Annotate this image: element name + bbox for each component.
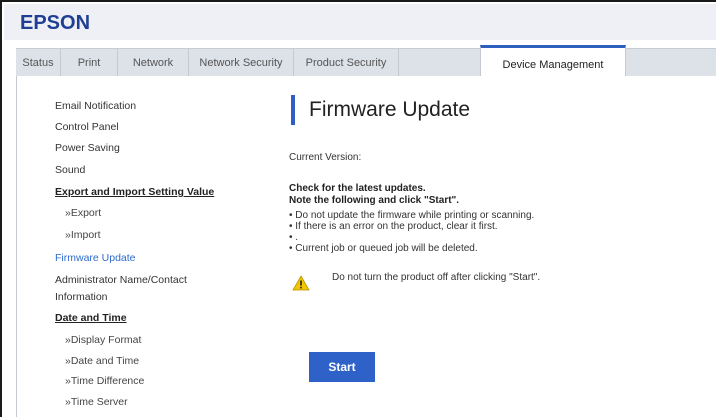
- notes-list: • Do not update the firmware while print…: [289, 210, 534, 254]
- header: EPSON: [4, 4, 716, 40]
- content-area: Email Notification Control Panel Power S…: [16, 76, 716, 417]
- page-title: Firmware Update: [309, 98, 471, 121]
- tab-network-security[interactable]: Network Security: [189, 49, 294, 77]
- check-line-2: Note the following and click "Start".: [289, 195, 460, 206]
- sidebar-item-time-difference[interactable]: »Time Difference: [65, 375, 144, 387]
- sidebar-section-date-time[interactable]: Date and Time: [55, 312, 127, 324]
- sidebar-item-time-server[interactable]: »Time Server: [65, 396, 128, 408]
- tab-device-management[interactable]: Device Management: [480, 45, 626, 77]
- note-item: • .: [289, 232, 299, 243]
- tab-bar: Status Print Network Network Security Pr…: [16, 45, 716, 77]
- start-button[interactable]: Start: [309, 352, 375, 382]
- sidebar-section-export-import[interactable]: Export and Import Setting Value: [55, 186, 214, 198]
- check-line-1: Check for the latest updates.: [289, 183, 426, 194]
- sidebar-item-display-format[interactable]: »Display Format: [65, 334, 141, 346]
- title-accent-bar: [291, 95, 295, 125]
- sidebar-item-power-saving[interactable]: Power Saving: [55, 142, 120, 154]
- sidebar-item-export[interactable]: »Export: [65, 207, 101, 219]
- tab-network[interactable]: Network: [118, 49, 189, 77]
- tab-product-security[interactable]: Product Security: [294, 49, 399, 77]
- tab-print[interactable]: Print: [61, 49, 118, 77]
- sidebar-item-administrator-name[interactable]: Administrator Name/Contact Information: [55, 272, 225, 306]
- sidebar-item-import[interactable]: »Import: [65, 229, 101, 241]
- note-item: • If there is an error on the product, c…: [289, 221, 498, 232]
- sidebar-item-date-and-time[interactable]: »Date and Time: [65, 355, 139, 367]
- warning-icon: [292, 275, 310, 291]
- browser-frame: EPSON Status Print Network Network Secur…: [0, 0, 716, 417]
- note-item: • Current job or queued job will be dele…: [289, 243, 478, 254]
- sidebar-item-sound[interactable]: Sound: [55, 164, 85, 176]
- check-instructions: Check for the latest updates. Note the f…: [289, 183, 459, 207]
- warning-text: Do not turn the product off after clicki…: [332, 272, 541, 283]
- sidebar: Email Notification Control Panel Power S…: [17, 76, 257, 417]
- sidebar-item-firmware-update[interactable]: Firmware Update: [55, 252, 136, 264]
- note-item: • Do not update the firmware while print…: [289, 210, 535, 221]
- sidebar-item-email-notification[interactable]: Email Notification: [55, 100, 136, 112]
- main-panel: Firmware Update Current Version: Check f…: [277, 76, 716, 417]
- epson-logo: EPSON: [20, 12, 91, 34]
- current-version-label: Current Version:: [289, 152, 362, 163]
- sidebar-item-control-panel[interactable]: Control Panel: [55, 121, 119, 133]
- tab-status[interactable]: Status: [16, 49, 61, 77]
